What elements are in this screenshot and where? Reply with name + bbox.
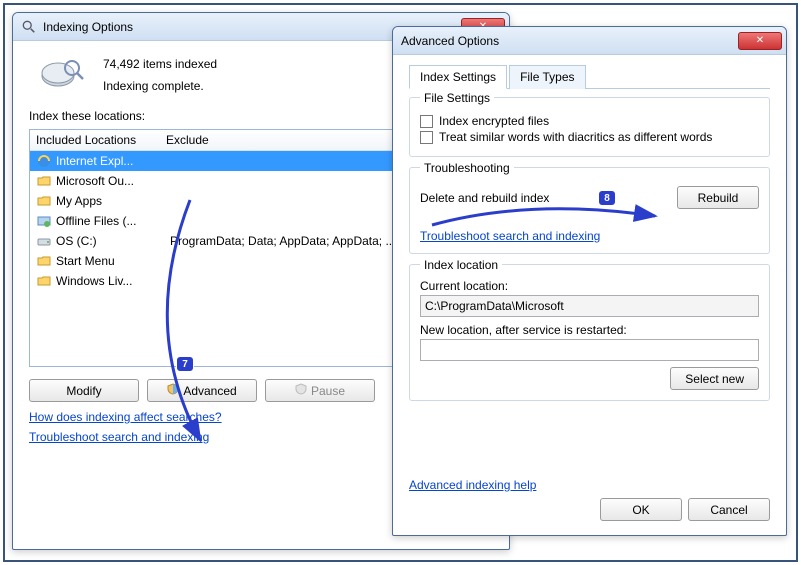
troubleshooting-group: Troubleshooting Delete and rebuild index… — [409, 167, 770, 254]
group-label: Index location — [420, 258, 502, 272]
new-location-label: New location, after service is restarted… — [420, 323, 759, 337]
rebuild-text: Delete and rebuild index — [420, 191, 549, 205]
shield-icon — [295, 383, 307, 398]
folder-icon — [36, 273, 52, 289]
current-location-field — [420, 295, 759, 317]
tabs: Index Settings File Types — [409, 65, 770, 89]
ie-icon — [36, 153, 52, 169]
link-troubleshoot-adv[interactable]: Troubleshoot search and indexing — [420, 229, 600, 243]
row-name: Microsoft Ou... — [56, 174, 166, 188]
folder-icon — [36, 253, 52, 269]
new-location-field[interactable] — [420, 339, 759, 361]
cancel-button[interactable]: Cancel — [688, 498, 770, 521]
tab-index-settings[interactable]: Index Settings — [409, 65, 507, 89]
advanced-label: Advanced — [183, 384, 236, 398]
tab-file-types[interactable]: File Types — [509, 65, 585, 89]
close-button[interactable]: ✕ — [738, 32, 782, 50]
row-name: Start Menu — [56, 254, 166, 268]
drive-icon — [36, 233, 52, 249]
row-name: Internet Expl... — [56, 154, 166, 168]
advanced-button[interactable]: Advanced — [147, 379, 257, 402]
items-indexed: 74,492 items indexed — [103, 57, 217, 71]
folder-icon — [36, 193, 52, 209]
window-title: Advanced Options — [401, 34, 738, 48]
row-name: OS (C:) — [56, 234, 166, 248]
select-new-button[interactable]: Select new — [670, 367, 759, 390]
row-name: Offline Files (... — [56, 214, 166, 228]
group-label: File Settings — [420, 91, 494, 105]
annotation-badge-8: 8 — [598, 190, 616, 206]
modify-button[interactable]: Modify — [29, 379, 139, 402]
annotation-badge-7: 7 — [176, 356, 194, 372]
checkbox-label: Treat similar words with diacritics as d… — [439, 130, 712, 144]
titlebar: Advanced Options ✕ — [393, 27, 786, 55]
col-included: Included Locations — [36, 133, 166, 147]
index-location-group: Index location Current location: New loc… — [409, 264, 770, 401]
checkbox-diacritics[interactable] — [420, 131, 433, 144]
rebuild-button[interactable]: Rebuild — [677, 186, 759, 209]
advanced-options-window: Advanced Options ✕ Index Settings File T… — [392, 26, 787, 536]
shield-icon — [167, 383, 179, 398]
offline-icon — [36, 213, 52, 229]
folder-icon — [36, 173, 52, 189]
drive-search-icon — [39, 55, 87, 95]
file-settings-group: File Settings Index encrypted files Trea… — [409, 97, 770, 157]
ok-button[interactable]: OK — [600, 498, 682, 521]
link-advanced-help[interactable]: Advanced indexing help — [409, 478, 770, 492]
row-name: Windows Liv... — [56, 274, 166, 288]
pause-label: Pause — [311, 384, 345, 398]
row-name: My Apps — [56, 194, 166, 208]
group-label: Troubleshooting — [420, 161, 514, 175]
pause-button[interactable]: Pause — [265, 379, 375, 402]
search-icon — [21, 19, 37, 35]
indexing-status: Indexing complete. — [103, 79, 217, 93]
checkbox-encrypted[interactable] — [420, 115, 433, 128]
checkbox-label: Index encrypted files — [439, 114, 549, 128]
current-location-label: Current location: — [420, 279, 759, 293]
